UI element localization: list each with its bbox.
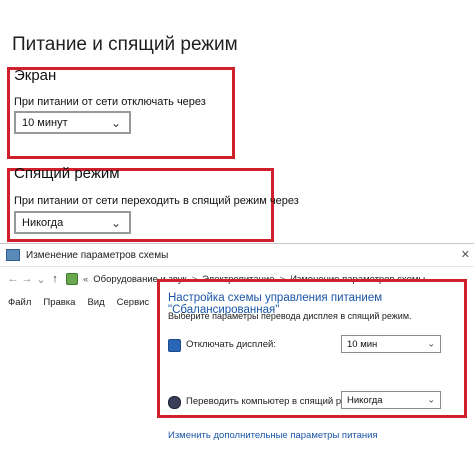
sleep-timeout-value: Никогда (22, 216, 64, 229)
history-dropdown-icon[interactable]: ⌄ (34, 273, 48, 286)
window-title: Изменение параметров схемы (26, 249, 169, 261)
sleep-label: Переводить компьютер в спящий режим: (186, 396, 368, 407)
menu-edit[interactable]: Правка (43, 297, 75, 308)
app-icon (6, 249, 20, 261)
screen-timeout-dropdown[interactable]: 10 минут ⌄ (14, 111, 131, 134)
page-title: Питание и спящий режим (12, 34, 238, 55)
screen-timeout-label: При питании от сети отключать через (14, 96, 206, 108)
close-icon[interactable]: ✕ (461, 248, 470, 261)
sleep-timeout-label: При питании от сети переходить в спящий … (14, 195, 299, 207)
menu-view[interactable]: Вид (87, 297, 104, 308)
plan-subheading: Выберите параметры перевода дисплея в сп… (168, 311, 412, 321)
menu-file[interactable]: Файл (8, 297, 31, 308)
control-panel-icon (66, 273, 78, 285)
window-titlebar: Изменение параметров схемы ✕ (0, 244, 474, 267)
menu-tools[interactable]: Сервис (117, 297, 150, 308)
back-arrow-icon[interactable]: ← (6, 273, 20, 285)
chevron-down-icon: ⌄ (427, 394, 435, 405)
moon-icon (168, 396, 181, 409)
up-arrow-icon[interactable]: ↑ (48, 273, 62, 285)
chevron-down-icon: ⌄ (110, 115, 121, 130)
display-off-label: Отключать дисплей: (186, 339, 276, 350)
advanced-settings-link[interactable]: Изменить дополнительные параметры питани… (168, 430, 378, 441)
sleep-timeout-dropdown[interactable]: Никогда ⌄ (14, 211, 131, 234)
monitor-icon (168, 339, 181, 352)
forward-arrow-icon[interactable]: → (20, 273, 34, 285)
display-off-value: 10 мин (347, 338, 378, 350)
screen-section-title: Экран (14, 67, 57, 84)
chevron-down-icon: ⌄ (427, 338, 435, 349)
sleep-section-title: Спящий режим (14, 165, 120, 182)
display-off-dropdown[interactable]: 10 мин ⌄ (341, 335, 441, 353)
breadcrumb-prefix: « (83, 273, 89, 285)
sleep-dropdown[interactable]: Никогда ⌄ (341, 391, 441, 409)
chevron-down-icon: ⌄ (110, 215, 121, 230)
screen-timeout-value: 10 минут (22, 116, 68, 129)
sleep-value: Никогда (347, 394, 383, 406)
